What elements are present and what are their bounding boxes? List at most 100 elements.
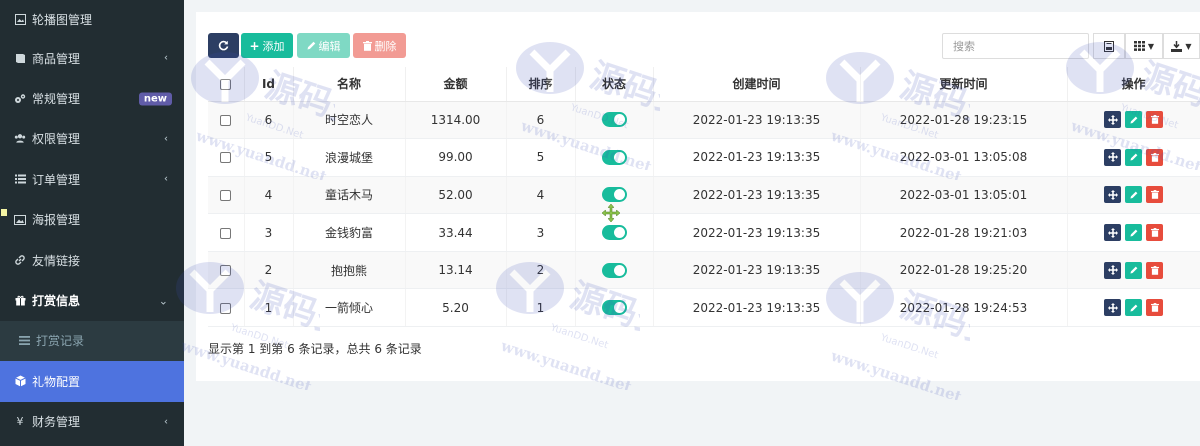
cell-actions: [1067, 101, 1200, 140]
cell-sort: 2: [506, 251, 576, 290]
status-toggle[interactable]: [601, 262, 627, 278]
link-icon: [14, 254, 26, 266]
download-icon: [1171, 40, 1183, 52]
sidebar-item-reward-records[interactable]: 打赏记录: [0, 320, 184, 362]
sidebar-item-posters[interactable]: 海报管理: [0, 200, 184, 240]
cell-id: 4: [244, 176, 294, 215]
column-header-actions: 操作: [1067, 67, 1200, 102]
sidebar-item-label: 商品管理: [32, 51, 81, 66]
row-checkbox[interactable]: [220, 114, 232, 126]
cell-updated: 2022-01-28 19:21:03: [860, 213, 1068, 252]
table-row[interactable]: 5 浪漫城堡 99.00 5 2022-01-23 19:13:35 2022-03-01…: [208, 138, 1200, 177]
main-panel: + 添加 编辑 删除 ▼ ▼ Id 名称 金额 排序 状: [196, 12, 1200, 381]
status-toggle[interactable]: [601, 187, 627, 203]
pencil-icon: [1129, 191, 1137, 199]
row-edit-button[interactable]: [1125, 224, 1142, 242]
table-row[interactable]: 6 时空恋人 1314.00 6 2022-01-23 19:13:35 2022-01-…: [208, 101, 1200, 140]
trash-icon: [1150, 190, 1159, 200]
sidebar-item-permissions[interactable]: 权限管理 ‹: [0, 119, 184, 159]
table-row[interactable]: 2 抱抱熊 13.14 2 2022-01-23 19:13:35 2022-01-28 …: [208, 251, 1200, 290]
column-header-updated[interactable]: 更新时间: [860, 67, 1068, 102]
trash-icon: [1150, 265, 1159, 275]
status-toggle[interactable]: [601, 149, 627, 165]
row-delete-button[interactable]: [1146, 224, 1163, 242]
columns-dropdown-button[interactable]: ▼: [1125, 33, 1163, 59]
cell-created: 2022-01-23 19:13:35: [653, 213, 861, 252]
document-icon: [1104, 40, 1114, 52]
sidebar-item-products[interactable]: 商品管理 ‹: [0, 38, 184, 78]
column-header-id[interactable]: Id: [244, 67, 294, 102]
list-icon: [14, 173, 26, 185]
gift-icon: [14, 295, 26, 307]
row-edit-button[interactable]: [1125, 111, 1142, 129]
trash-icon: [1150, 115, 1159, 125]
edit-button[interactable]: 编辑: [297, 33, 350, 58]
sidebar-item-rewards[interactable]: 打赏信息 ⌄: [0, 280, 184, 320]
status-toggle[interactable]: [601, 300, 627, 316]
row-delete-button[interactable]: [1146, 186, 1163, 204]
cell-created: 2022-01-23 19:13:35: [653, 138, 861, 177]
drag-sort-button[interactable]: [1104, 299, 1121, 317]
drag-sort-button[interactable]: [1104, 186, 1121, 204]
row-checkbox[interactable]: [220, 265, 232, 277]
row-checkbox[interactable]: [220, 227, 232, 239]
row-delete-button[interactable]: [1146, 299, 1163, 317]
cell-updated: 2022-03-01 13:05:01: [860, 176, 1068, 215]
drag-sort-button[interactable]: [1104, 111, 1121, 129]
sidebar-item-label: 友情链接: [32, 253, 81, 268]
sidebar-item-gift-config[interactable]: 礼物配置: [0, 361, 184, 402]
export-toggle-button[interactable]: [1093, 33, 1125, 59]
row-select-cell: [208, 138, 245, 177]
row-delete-button[interactable]: [1146, 261, 1163, 279]
cell-created: 2022-01-23 19:13:35: [653, 251, 861, 290]
column-header-name[interactable]: 名称: [293, 67, 406, 102]
table-row[interactable]: 1 一箭倾心 5.20 1 2022-01-23 19:13:35 2022-01-28 …: [208, 288, 1200, 328]
sidebar-item-banner[interactable]: 轮播图管理: [0, 0, 184, 38]
pencil-icon: [1129, 116, 1137, 124]
row-delete-button[interactable]: [1146, 111, 1163, 129]
refresh-button[interactable]: [208, 33, 239, 58]
column-header-created[interactable]: 创建时间: [653, 67, 861, 102]
row-edit-button[interactable]: [1125, 148, 1142, 166]
status-toggle[interactable]: [601, 112, 627, 128]
trash-icon: [1150, 303, 1159, 313]
cell-created: 2022-01-23 19:13:35: [653, 176, 861, 215]
cell-name: 时空恋人: [293, 101, 406, 140]
sidebar-item-orders[interactable]: 订单管理 ‹: [0, 159, 184, 199]
sidebar-item-general[interactable]: 常规管理 new: [0, 78, 184, 118]
drag-sort-button[interactable]: [1104, 148, 1121, 166]
delete-button[interactable]: 删除: [353, 33, 406, 58]
select-all-checkbox[interactable]: [220, 78, 232, 90]
sidebar-item-finance[interactable]: ¥ 财务管理 ‹: [0, 402, 184, 442]
drag-sort-button[interactable]: [1104, 261, 1121, 279]
row-edit-button[interactable]: [1125, 299, 1142, 317]
chevron-left-icon: ‹: [164, 173, 168, 185]
cell-sort: 6: [506, 101, 576, 140]
table-row[interactable]: 4 童话木马 52.00 4 2022-01-23 19:13:35 2022-03-01…: [208, 176, 1200, 215]
trash-icon: [1150, 152, 1159, 162]
move-icon: [1107, 227, 1118, 238]
sidebar-item-links[interactable]: 友情链接: [0, 240, 184, 280]
chevron-left-icon: ‹: [164, 52, 168, 64]
status-toggle[interactable]: [601, 225, 627, 241]
caret-down-icon: ▼: [1185, 41, 1192, 51]
column-header-amount[interactable]: 金额: [405, 67, 507, 102]
row-edit-button[interactable]: [1125, 261, 1142, 279]
row-edit-button[interactable]: [1125, 186, 1142, 204]
download-dropdown-button[interactable]: ▼: [1163, 33, 1200, 59]
row-delete-button[interactable]: [1146, 148, 1163, 166]
add-button[interactable]: + 添加: [241, 33, 293, 58]
cell-actions: [1067, 288, 1200, 328]
row-checkbox[interactable]: [220, 302, 232, 314]
cell-id: 5: [244, 138, 294, 177]
delete-button-label: 删除: [374, 39, 397, 53]
row-checkbox[interactable]: [220, 152, 232, 164]
table-row[interactable]: 3 金钱豹富 33.44 3 2022-01-23 19:13:35 2022-01-28…: [208, 213, 1200, 252]
column-header-sort[interactable]: 排序: [506, 67, 576, 102]
edit-button-label: 编辑: [318, 39, 341, 53]
row-checkbox[interactable]: [220, 189, 232, 201]
column-header-status[interactable]: 状态: [575, 67, 654, 102]
sidebar-item-label: 常规管理: [32, 92, 81, 107]
drag-sort-button[interactable]: [1104, 224, 1121, 242]
search-input[interactable]: [942, 33, 1089, 59]
